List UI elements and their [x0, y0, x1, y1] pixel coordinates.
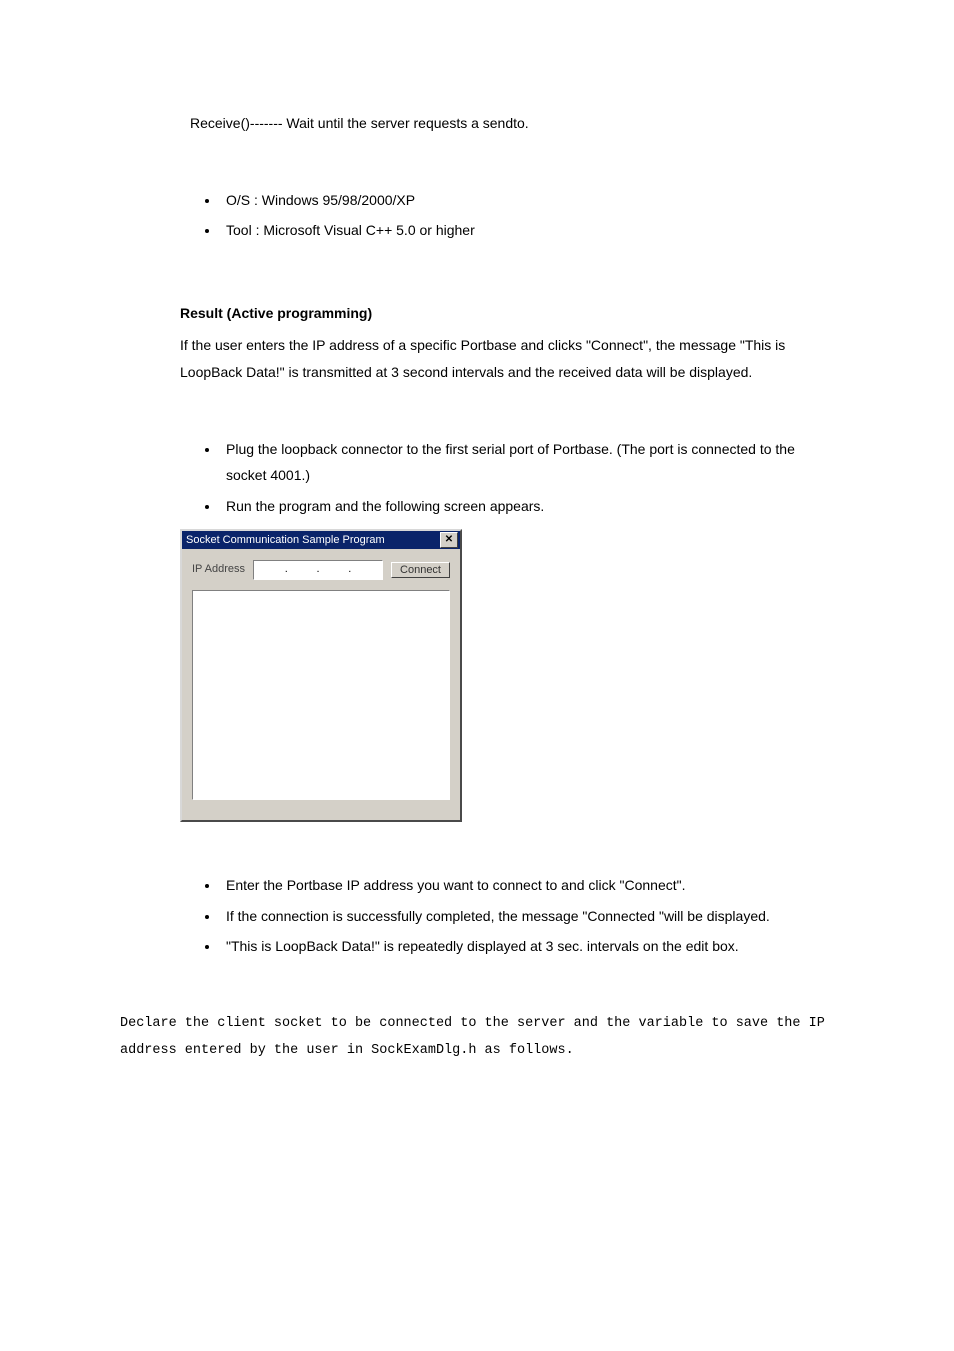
document-page: Receive()------- Wait until the server r… [0, 0, 954, 1124]
connect-button[interactable]: Connect [391, 562, 450, 578]
titlebar: Socket Communication Sample Program ✕ [182, 531, 460, 549]
list-item: If the connection is successfully comple… [220, 903, 834, 930]
close-button[interactable]: ✕ [440, 532, 458, 548]
ip-address-input[interactable]: . . . [253, 560, 383, 580]
list-item: Run the program and the following screen… [220, 493, 834, 520]
list-item: Enter the Portbase IP address you want t… [220, 872, 834, 899]
env-list: O/S : Windows 95/98/2000/XP Tool : Micro… [120, 187, 834, 244]
list-item: Plug the loopback connector to the first… [220, 436, 834, 489]
close-icon: ✕ [445, 535, 453, 545]
dialog-body: IP Address . . . Connect [182, 549, 460, 820]
steps-after-list: Enter the Portbase IP address you want t… [120, 872, 834, 960]
steps-after-section: Enter the Portbase IP address you want t… [120, 872, 834, 960]
ip-octet-2[interactable] [288, 564, 317, 576]
intro-line: Receive()------- Wait until the server r… [120, 110, 834, 137]
result-heading: Result (Active programming) [120, 300, 834, 327]
code-declaration-text: Declare the client socket to be connecte… [120, 1010, 834, 1064]
window-title: Socket Communication Sample Program [186, 530, 385, 551]
steps-before-list: Plug the loopback connector to the first… [120, 436, 834, 520]
list-item: Tool : Microsoft Visual C++ 5.0 or highe… [220, 217, 834, 244]
env-section: O/S : Windows 95/98/2000/XP Tool : Micro… [120, 187, 834, 244]
ip-octet-4[interactable] [351, 564, 380, 576]
steps-before-section: Plug the loopback connector to the first… [120, 436, 834, 520]
sample-program-dialog: Socket Communication Sample Program ✕ IP… [180, 529, 462, 822]
dialog-screenshot: Socket Communication Sample Program ✕ IP… [120, 529, 834, 822]
list-item: O/S : Windows 95/98/2000/XP [220, 187, 834, 214]
output-editbox[interactable] [192, 590, 450, 800]
result-description: If the user enters the IP address of a s… [120, 332, 834, 385]
ip-address-label: IP Address [192, 559, 245, 580]
ip-row: IP Address . . . Connect [192, 559, 450, 580]
ip-octet-3[interactable] [320, 564, 349, 576]
list-item: "This is LoopBack Data!" is repeatedly d… [220, 933, 834, 960]
ip-octet-1[interactable] [256, 564, 285, 576]
